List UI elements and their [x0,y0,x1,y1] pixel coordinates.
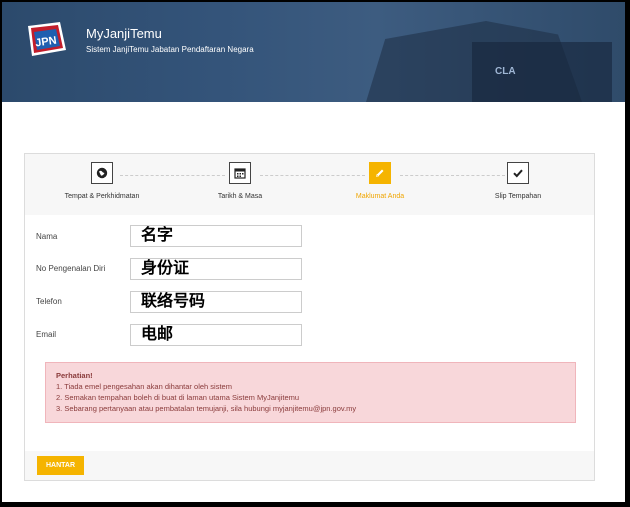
jpn-logo: JPN [28,22,66,56]
alert-title: Perhatian! [56,371,93,380]
app-subtitle: Sistem JanjiTemu Jabatan Pendaftaran Neg… [86,45,254,54]
phone-field[interactable]: 联络号码 [130,291,302,313]
booking-panel: Tempat & Perkhidmatan Tarikh & Masa Makl… [24,153,595,481]
name-field[interactable]: 名字 [130,225,302,247]
name-label: Nama [36,232,58,241]
steps-bar: Tempat & Perkhidmatan Tarikh & Masa Makl… [25,154,594,215]
step-label: Slip Tempahan [494,193,542,200]
step-slip[interactable]: Slip Tempahan [458,162,578,200]
notice-alert: Perhatian! 1. Tiada emel pengesahan akan… [45,362,576,423]
email-field[interactable]: 电邮 [130,324,302,346]
alert-line: 3. Sebarang pertanyaan atau pembatalan t… [56,404,357,413]
app-title: MyJanjiTemu [86,26,162,41]
form-footer: HANTAR [25,451,594,480]
check-icon [507,162,529,184]
app-window: CLA JPN MyJanjiTemu Sistem JanjiTemu Jab… [2,2,625,502]
step-label: Tempat & Perkhidmatan [64,193,140,200]
id-label: No Pengenalan Diri [36,264,106,273]
pencil-icon [369,162,391,184]
id-field[interactable]: 身份证 [130,258,302,280]
building-photo-right [472,42,612,102]
building-sign: CLA [495,66,516,77]
submit-button[interactable]: HANTAR [37,456,84,475]
email-label: Email [36,330,57,339]
alert-line: 1. Tiada emel pengesahan akan dihantar o… [56,382,232,391]
step-tarikh[interactable]: Tarikh & Masa [180,162,300,200]
step-tempat[interactable]: Tempat & Perkhidmatan [42,162,162,200]
step-label: Tarikh & Masa [217,193,263,200]
step-label: Maklumat Anda [355,193,405,200]
calendar-icon [229,162,251,184]
globe-icon [91,162,113,184]
header-banner: CLA JPN MyJanjiTemu Sistem JanjiTemu Jab… [2,2,625,102]
alert-line: 2. Semakan tempahan boleh di buat di lam… [56,393,300,402]
step-maklumat[interactable]: Maklumat Anda [320,162,440,200]
phone-label: Telefon [36,297,62,306]
